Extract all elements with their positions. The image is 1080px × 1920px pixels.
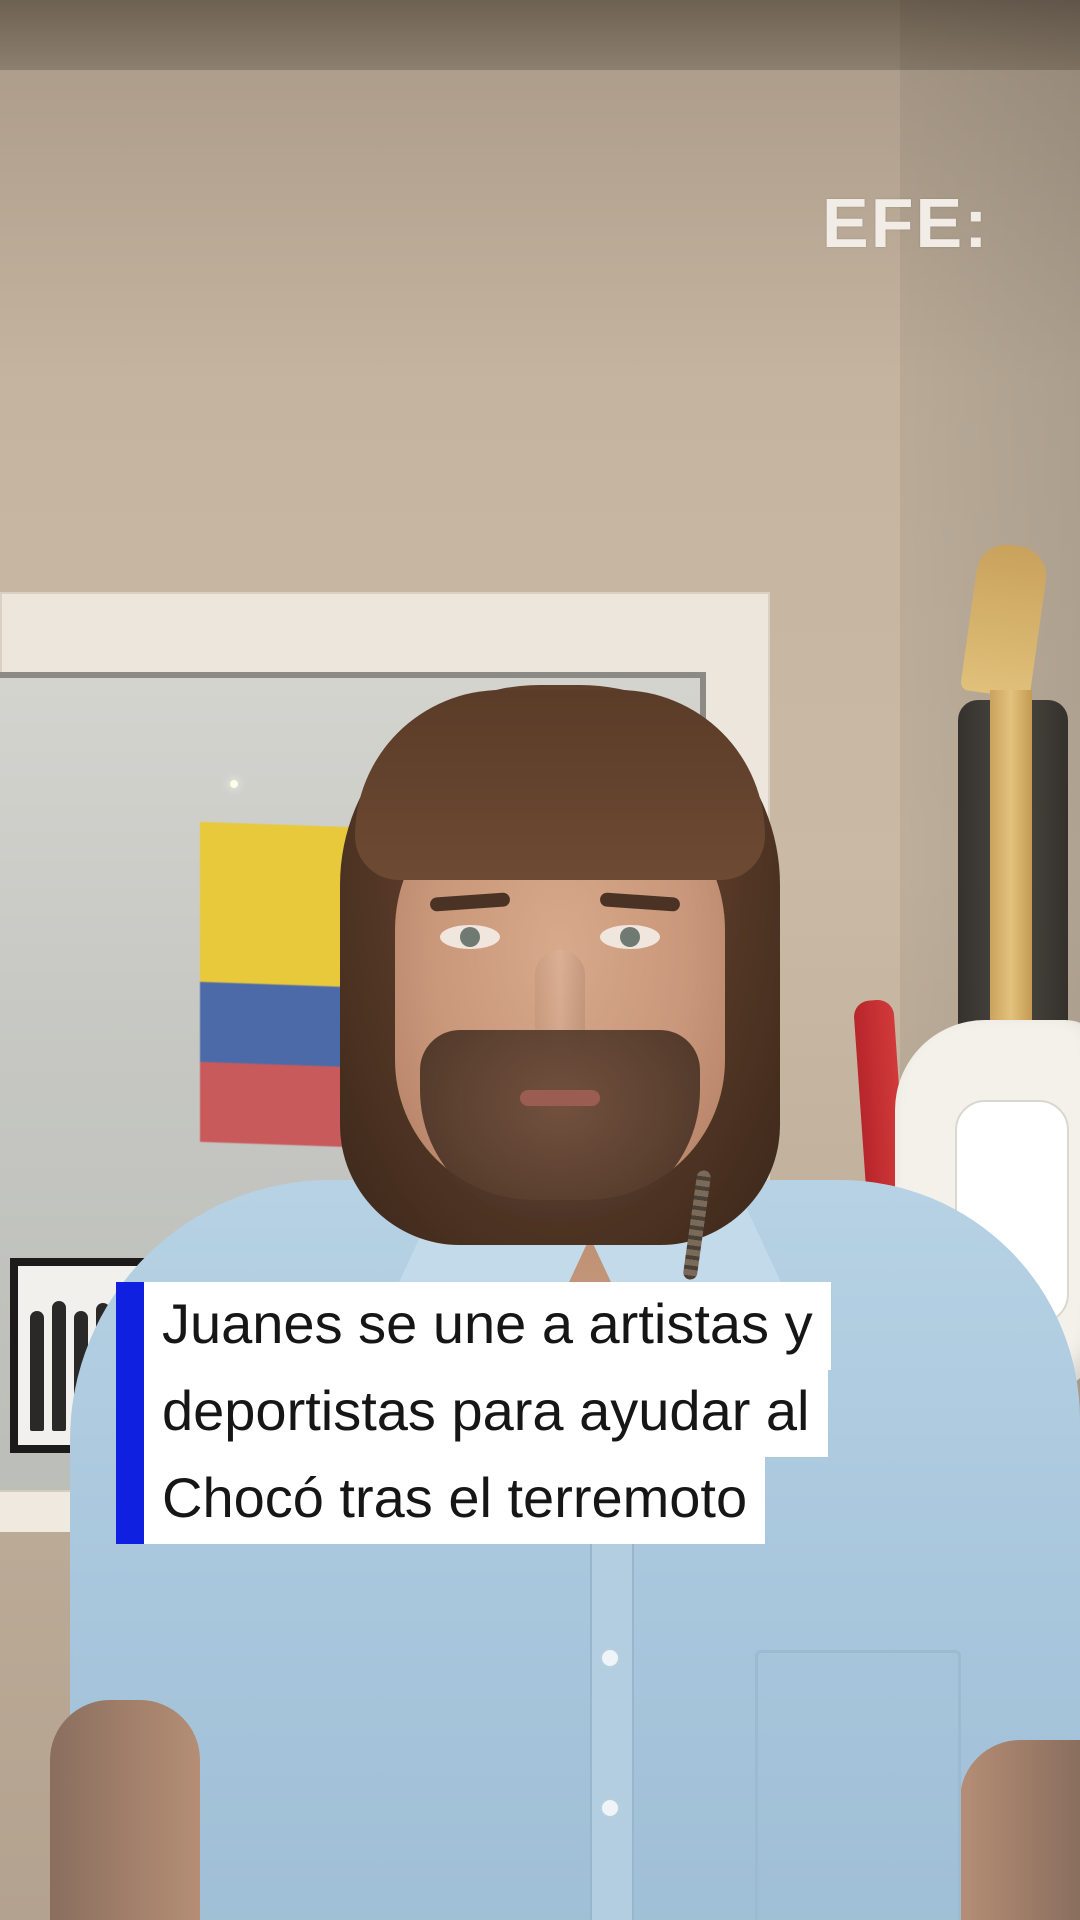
video-frame: EFE: Juanes se une a artistas y deportis… (0, 0, 1080, 1920)
photo-figure (52, 1301, 66, 1431)
shirt-button (602, 1800, 618, 1816)
left-eye (440, 925, 500, 949)
caption-accent-bar (116, 1282, 144, 1544)
person-mouth (520, 1090, 600, 1106)
caption-line: deportistas para ayudar al (144, 1369, 828, 1457)
caption-line: Chocó tras el terremoto (144, 1456, 766, 1544)
shirt-button (602, 1650, 618, 1666)
photo-figure (30, 1311, 44, 1431)
shirt-pocket (755, 1650, 961, 1920)
person-right-arm (960, 1740, 1080, 1920)
right-eye (600, 925, 660, 949)
efe-logo: EFE: (822, 184, 990, 262)
person-hair-top (355, 690, 765, 880)
person-left-arm (50, 1700, 200, 1920)
ceiling-light (230, 780, 238, 788)
caption-line: Juanes se une a artistas y (144, 1282, 831, 1370)
